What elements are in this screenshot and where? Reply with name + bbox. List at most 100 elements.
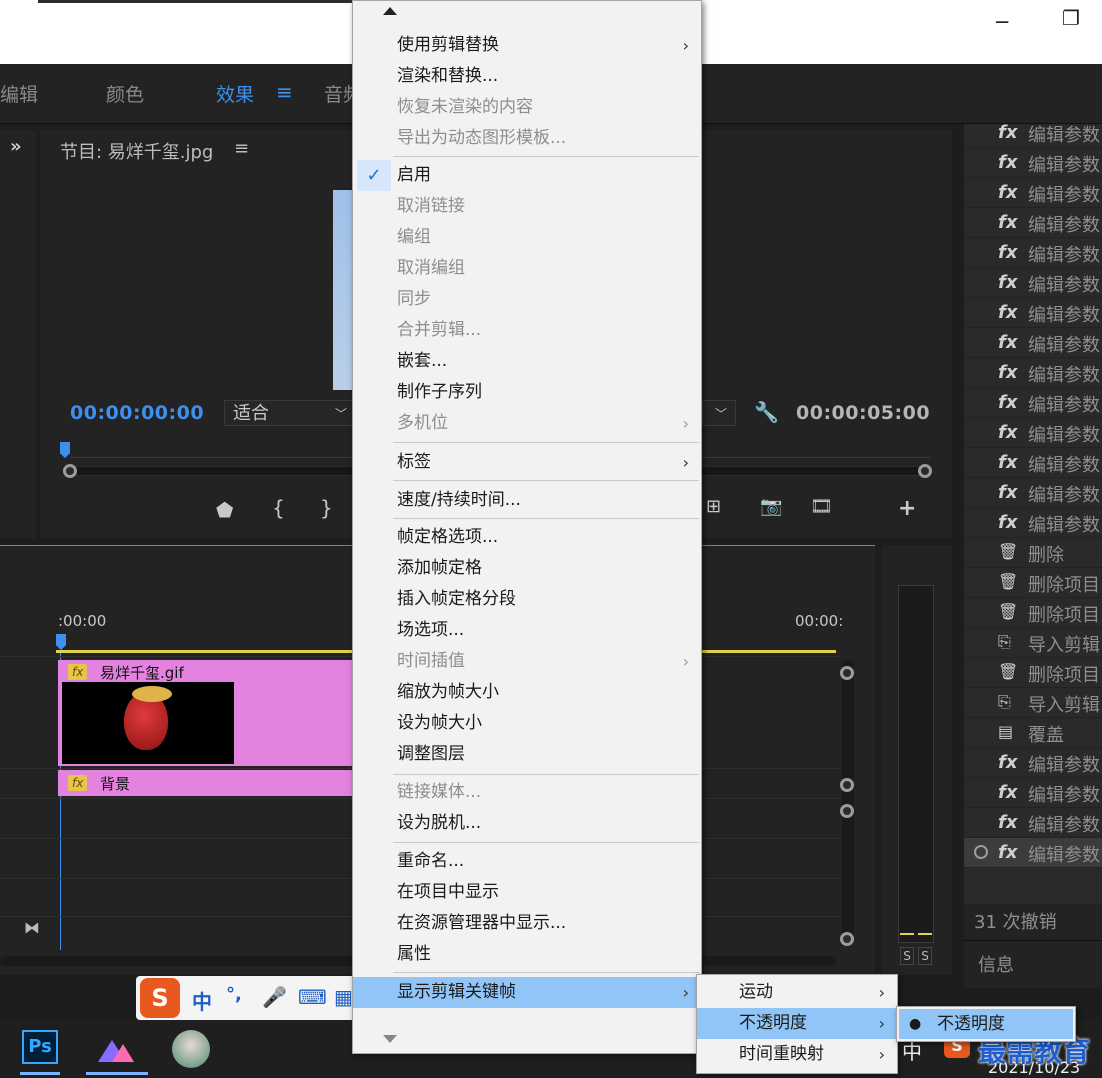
scroll-handle[interactable]	[840, 666, 854, 680]
history-item[interactable]: ▤ 覆盖	[964, 718, 1102, 748]
history-item[interactable]: fx 编辑参数	[964, 448, 1102, 478]
history-item[interactable]: fx 编辑参数	[964, 178, 1102, 208]
button-editor-icon[interactable]: 🎞	[810, 496, 833, 517]
history-item[interactable]: fx 编辑参数	[964, 838, 1102, 868]
workspace-tab-edit[interactable]: 编辑	[0, 80, 38, 107]
context-menu-item[interactable]: 添加帧定格	[353, 553, 701, 584]
context-menu-item[interactable]: 重命名...	[353, 846, 701, 877]
scroll-down-arrow-icon[interactable]	[383, 1035, 397, 1043]
ime-punct[interactable]: °,	[226, 984, 242, 1005]
context-menu-item: 合并剪辑...	[353, 315, 701, 346]
keyframes-submenu-item[interactable]: 不透明度 ›	[697, 1008, 897, 1039]
camera-icon[interactable]: 📷	[760, 496, 782, 517]
history-item[interactable]: fx 编辑参数	[964, 748, 1102, 778]
avatar-app-icon[interactable]	[172, 1030, 210, 1068]
context-menu-item[interactable]: 在资源管理器中显示...	[353, 908, 701, 939]
workspace-tab-color[interactable]: 颜色	[106, 80, 144, 107]
video-editor-app-icon[interactable]	[98, 1032, 134, 1062]
restore-icon[interactable]: ❐	[1062, 8, 1080, 28]
context-menu-item[interactable]: 帧定格选项...	[353, 522, 701, 553]
context-menu-item[interactable]: 渲染和替换...	[353, 61, 701, 92]
minimize-icon[interactable]: ─	[996, 12, 1008, 32]
opacity-submenu-item[interactable]: ● 不透明度	[899, 1009, 1073, 1039]
solo-right-button[interactable]: S	[918, 947, 932, 965]
clip-thumbnail	[62, 682, 234, 764]
timeline-playhead[interactable]	[56, 634, 66, 650]
context-menu-item[interactable]: 制作子序列	[353, 377, 701, 408]
monitor-menu-icon[interactable]: ≡	[234, 138, 249, 159]
microphone-icon[interactable]: 🎤	[262, 985, 287, 1009]
keyframes-submenu-item[interactable]: 时间重映射 ›	[697, 1039, 897, 1070]
toolbox-icon[interactable]: ▦	[334, 985, 353, 1009]
history-item[interactable]: fx 编辑参数	[964, 388, 1102, 418]
wrench-icon[interactable]: 🔧	[754, 400, 779, 424]
current-timecode[interactable]: 00:00:00:00	[70, 402, 204, 424]
history-item[interactable]: fx 编辑参数	[964, 328, 1102, 358]
history-item-label: 删除项目	[1028, 665, 1100, 686]
history-item[interactable]: fx 编辑参数	[964, 238, 1102, 268]
zoom-handle-left[interactable]	[63, 464, 77, 478]
history-item[interactable]: 🗑 删除项目	[964, 568, 1102, 598]
context-menu-item[interactable]: 插入帧定格分段	[353, 584, 701, 615]
context-menu-item[interactable]: 在项目中显示	[353, 877, 701, 908]
history-item[interactable]: ⎘ 导入剪辑	[964, 628, 1102, 658]
zoom-handle-right[interactable]	[918, 464, 932, 478]
context-menu-item[interactable]: 设为帧大小	[353, 708, 701, 739]
context-menu-item[interactable]: 嵌套...	[353, 346, 701, 377]
history-item[interactable]: fx 编辑参数	[964, 268, 1102, 298]
history-item[interactable]: fx 编辑参数	[964, 148, 1102, 178]
context-menu-item[interactable]: 设为脱机...	[353, 808, 701, 839]
ime-mode[interactable]: 中	[192, 986, 212, 1015]
context-menu-item[interactable]: 使用剪辑替换 ›	[353, 30, 701, 61]
panel-overflow-icon[interactable]: »	[10, 136, 22, 157]
solo-left-button[interactable]: S	[900, 947, 914, 965]
history-item[interactable]: fx 编辑参数	[964, 418, 1102, 448]
fit-select[interactable]: 适合 ﹀	[224, 400, 354, 426]
history-item[interactable]: fx 编辑参数	[964, 808, 1102, 838]
context-menu-item[interactable]: 调整图层	[353, 739, 701, 770]
photoshop-icon[interactable]: Ps	[22, 1030, 58, 1064]
scroll-up-arrow-icon[interactable]	[383, 7, 397, 15]
clip-video-bottom[interactable]: fx 背景	[58, 770, 354, 796]
history-item[interactable]: fx 编辑参数	[964, 478, 1102, 508]
marker-icon[interactable]: ⬟	[216, 498, 233, 522]
context-menu-item[interactable]: 场选项...	[353, 615, 701, 646]
meter-level-left	[900, 933, 914, 935]
info-panel-tab[interactable]: 信息	[964, 940, 1102, 988]
history-item[interactable]: fx 编辑参数	[964, 358, 1102, 388]
mark-in-icon[interactable]: {	[272, 496, 285, 520]
history-item[interactable]: fx 编辑参数	[964, 508, 1102, 538]
history-item-label: 编辑参数	[1028, 515, 1100, 536]
sogou-logo-icon[interactable]: S	[140, 978, 180, 1018]
history-item[interactable]: 🗑 删除	[964, 538, 1102, 568]
scroll-handle[interactable]	[840, 804, 854, 818]
mark-out-icon[interactable]: }	[320, 496, 333, 520]
context-menu-item[interactable]: 缩放为帧大小	[353, 677, 701, 708]
playhead-marker[interactable]	[60, 442, 70, 458]
snap-icon[interactable]: ⧓	[24, 918, 40, 937]
history-item[interactable]: fx 编辑参数	[964, 298, 1102, 328]
context-menu-item[interactable]: 显示剪辑关键帧 ›	[353, 977, 701, 1008]
context-menu-item[interactable]: 速度/持续时间...	[353, 485, 701, 516]
scroll-handle[interactable]	[840, 932, 854, 946]
history-item[interactable]: 🗑 删除项目	[964, 658, 1102, 688]
workspace-menu-icon[interactable]: ≡	[276, 80, 293, 104]
history-item[interactable]: fx 编辑参数	[964, 208, 1102, 238]
scroll-handle[interactable]	[840, 778, 854, 792]
context-menu-item[interactable]: 标签 ›	[353, 447, 701, 478]
history-item[interactable]: ⎘ 导入剪辑	[964, 688, 1102, 718]
context-menu-item[interactable]: 属性	[353, 939, 701, 970]
vertical-scrollbar[interactable]	[842, 660, 854, 940]
workspace-tab-effects[interactable]: 效果	[216, 80, 254, 107]
keyboard-icon[interactable]: ⌨	[298, 985, 327, 1009]
clip-video-top[interactable]: fx 易烊千玺.gif	[58, 660, 354, 766]
resolution-select[interactable]: ﹀	[702, 400, 736, 426]
history-item[interactable]: fx 编辑参数	[964, 778, 1102, 808]
context-menu-item[interactable]: ✓ 启用	[353, 160, 701, 191]
keyframes-submenu-item[interactable]: 运动 ›	[697, 977, 897, 1008]
audio-meter: S S	[882, 545, 952, 975]
add-button-icon[interactable]: +	[898, 496, 916, 521]
extract-icon[interactable]: ⊞	[706, 496, 721, 517]
history-item[interactable]: fx 编辑参数	[964, 124, 1102, 148]
history-item[interactable]: 🗑 删除项目	[964, 598, 1102, 628]
